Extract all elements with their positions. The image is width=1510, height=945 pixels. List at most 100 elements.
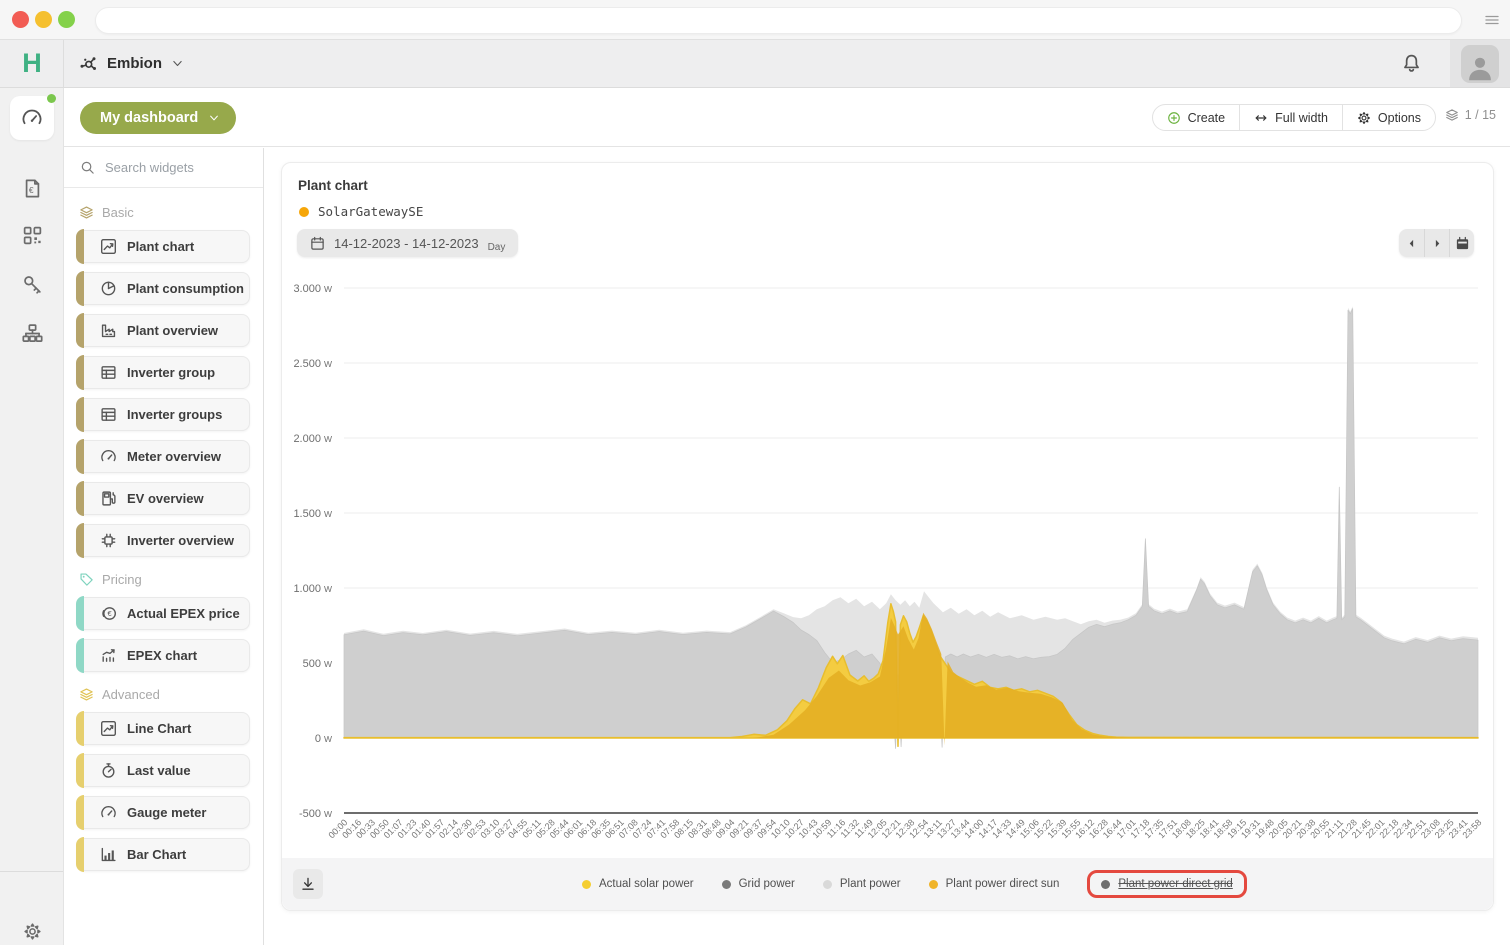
plant-chart-widget: Plant chart SolarGatewaySE 14-12-2023 - …: [281, 162, 1494, 911]
widget-label: Plant chart: [127, 239, 194, 254]
line-chart-icon: [100, 720, 117, 737]
stopwatch-icon: [100, 762, 117, 779]
card-accent: [76, 711, 84, 746]
widget-label: Inverter group: [127, 365, 215, 380]
search-input[interactable]: [105, 160, 245, 175]
browser-menu-icon[interactable]: [1484, 12, 1500, 33]
legend-item-grid-power[interactable]: Grid power: [722, 878, 795, 890]
dashboard-toolbar: My dashboard Create Full width Options 1…: [64, 88, 1510, 147]
rail-divider: [0, 871, 63, 872]
widget-card-inverter-groups[interactable]: Inverter groups: [77, 398, 250, 431]
molecule-icon: [78, 54, 98, 74]
widget-card-inverter-overview[interactable]: Inverter overview: [77, 524, 250, 557]
legend-dot: [823, 880, 832, 889]
sidebar-item-widgets[interactable]: [0, 213, 64, 257]
device-legend: SolarGatewaySE: [299, 204, 423, 219]
legend-item-plant-power-direct-grid[interactable]: Plant power direct grid: [1101, 878, 1232, 890]
widget-card-epex-chart[interactable]: EPEX chart: [77, 639, 250, 672]
full-width-button[interactable]: Full width: [1239, 104, 1343, 131]
chart-legend: Actual solar power Grid power Plant power P…: [582, 870, 1247, 898]
sidebar-item-dashboard[interactable]: [10, 96, 54, 140]
prev-period-button[interactable]: [1399, 229, 1424, 257]
full-width-label: Full width: [1275, 111, 1328, 125]
device-dot: [299, 207, 309, 217]
widget-label: Plant consumption: [127, 281, 244, 296]
widget-label: Gauge meter: [127, 805, 206, 820]
legend-item-plant-power-direct-sun[interactable]: Plant power direct sun: [929, 878, 1060, 890]
svg-text:€: €: [28, 185, 33, 195]
gauge-icon: [100, 804, 117, 821]
browser-window-bar: [0, 0, 1510, 40]
next-period-button[interactable]: [1424, 229, 1449, 257]
sidebar-item-settings[interactable]: [0, 909, 64, 945]
widget-card-meter-overview[interactable]: Meter overview: [77, 440, 250, 473]
chart-title: Plant chart: [298, 178, 368, 193]
widget-label: Plant overview: [127, 323, 218, 338]
widget-search: [64, 148, 263, 188]
factory-icon: [100, 322, 117, 339]
search-icon: [80, 160, 95, 175]
svg-text:0W: 0W: [315, 733, 332, 745]
widget-card-actual-epex-price[interactable]: €Actual EPEX price: [77, 597, 250, 630]
tag-icon: [79, 572, 94, 587]
sidebar-item-invoices[interactable]: €: [0, 166, 64, 210]
pie-chart-icon: [100, 280, 117, 297]
device-name: SolarGatewaySE: [318, 204, 423, 219]
legend-dot: [929, 880, 938, 889]
sidebar-rail: €: [0, 88, 64, 945]
sidebar-item-hierarchy[interactable]: [0, 311, 64, 355]
widget-card-plant-chart[interactable]: Plant chart: [77, 230, 250, 263]
layers-icon: [79, 205, 94, 220]
widget-panel: BasicPlant chartPlant consumptionPlant o…: [64, 148, 264, 945]
chevron-down-icon: [208, 112, 220, 124]
notifications-bell-icon[interactable]: [1401, 53, 1422, 79]
svg-text:1.500W: 1.500W: [293, 508, 332, 520]
window-close-button[interactable]: [12, 11, 29, 28]
legend-label: Plant power direct grid: [1118, 878, 1232, 890]
coin-icon: €: [100, 605, 117, 622]
widget-card-gauge-meter[interactable]: Gauge meter: [77, 796, 250, 829]
card-accent: [76, 523, 84, 558]
card-accent: [76, 313, 84, 348]
svg-text:3.000W: 3.000W: [293, 283, 332, 295]
widget-card-last-value[interactable]: Last value: [77, 754, 250, 787]
legend-item-plant-power[interactable]: Plant power: [823, 878, 901, 890]
sidebar-item-access-keys[interactable]: [0, 262, 64, 306]
section-header-pricing: Pricing: [79, 572, 248, 587]
avatar[interactable]: [1461, 45, 1499, 83]
window-zoom-button[interactable]: [58, 11, 75, 28]
svg-text:1.000W: 1.000W: [293, 583, 332, 595]
org-name: Embion: [107, 55, 162, 72]
org-switcher[interactable]: Embion: [78, 40, 184, 87]
section-header-advanced: Advanced: [79, 687, 248, 702]
bar-chart-icon: [100, 846, 117, 863]
widget-card-plant-consumption[interactable]: Plant consumption: [77, 272, 250, 305]
dashboard-selector-button[interactable]: My dashboard: [80, 102, 236, 134]
widget-card-ev-overview[interactable]: EV overview: [77, 482, 250, 515]
window-minimize-button[interactable]: [35, 11, 52, 28]
arrows-horizontal-icon: [1254, 111, 1268, 125]
download-button[interactable]: [293, 869, 323, 899]
widget-card-inverter-group[interactable]: Inverter group: [77, 356, 250, 389]
layers-icon: [79, 687, 94, 702]
widget-label: Line Chart: [127, 721, 191, 736]
plus-circle-icon: [1167, 111, 1181, 125]
widget-card-line-chart[interactable]: Line Chart: [77, 712, 250, 745]
legend-label: Plant power direct sun: [946, 878, 1060, 890]
chart-plot-area: 3.000W2.500W2.000W1.500W1.000W500W0W-500…: [282, 271, 1495, 859]
svg-text:€: €: [107, 609, 112, 618]
chevron-down-icon: [171, 57, 184, 70]
date-range-picker[interactable]: 14-12-2023 - 14-12-2023 Day: [297, 229, 518, 257]
arrow-right-icon: [1431, 237, 1444, 250]
svg-text:2.500W: 2.500W: [293, 358, 332, 370]
address-bar[interactable]: [95, 7, 1462, 34]
calendar-button[interactable]: [1449, 229, 1474, 257]
range-mode-label: Day: [488, 242, 506, 253]
dashboard-page-indicator[interactable]: 1 / 15: [1445, 108, 1496, 122]
options-button[interactable]: Options: [1342, 104, 1436, 131]
ev-charger-icon: [100, 490, 117, 507]
create-button[interactable]: Create: [1152, 104, 1241, 131]
widget-card-bar-chart[interactable]: Bar Chart: [77, 838, 250, 871]
legend-item-actual-solar-power[interactable]: Actual solar power: [582, 878, 694, 890]
widget-card-plant-overview[interactable]: Plant overview: [77, 314, 250, 347]
